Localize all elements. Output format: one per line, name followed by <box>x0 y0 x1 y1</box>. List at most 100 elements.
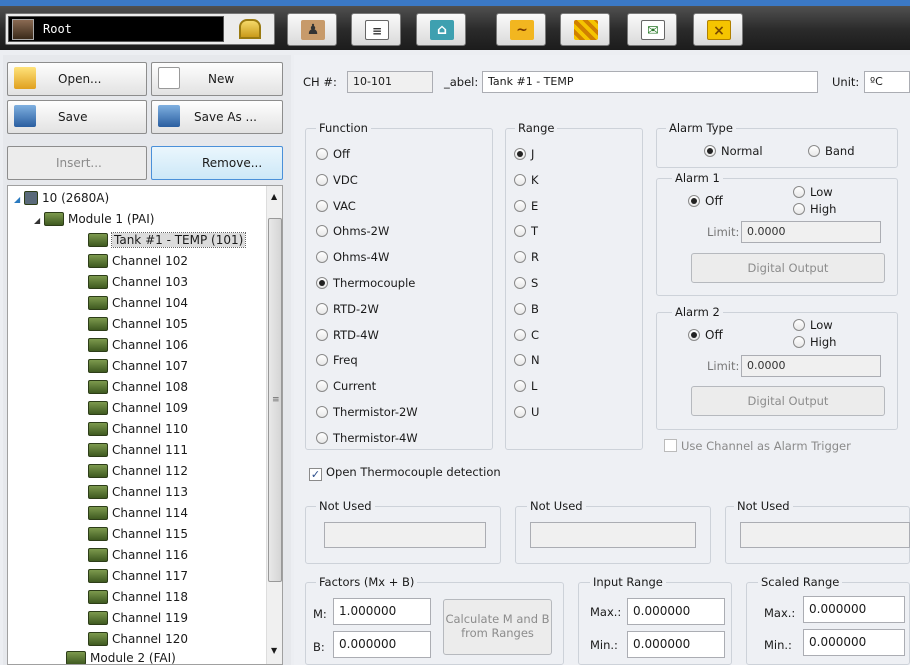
channel-label: Channel 115 <box>112 527 188 541</box>
tree-item-selected[interactable]: Tank #1 - TEMP (101) <box>88 230 247 251</box>
alarm-2-digital-output-button[interactable]: Digital Output <box>691 386 885 416</box>
tree-channel-item[interactable]: Channel 116 <box>88 545 188 566</box>
channel-label: Channel 107 <box>112 359 188 373</box>
scroll-thumb[interactable]: ≡ <box>268 218 282 582</box>
function-option-ohms-4w[interactable]: Ohms-4W <box>316 250 389 264</box>
tree-channel-item[interactable]: Channel 104 <box>88 293 188 314</box>
mail-button[interactable]: ✉ <box>627 13 677 46</box>
range-option-r[interactable]: R <box>514 250 539 264</box>
b-field[interactable]: 0.000000 <box>333 631 431 658</box>
save-as-label: Save As ... <box>194 110 257 124</box>
tree-channel-item[interactable]: Channel 117 <box>88 566 188 587</box>
tree-channel-item[interactable]: Channel 105 <box>88 314 188 335</box>
tree-channel-item[interactable]: Channel 115 <box>88 524 188 545</box>
input-max-field[interactable]: 0.000000 <box>627 598 725 625</box>
scaled-min-field[interactable]: 0.000000 <box>803 629 905 656</box>
lock-icon[interactable] <box>239 19 261 39</box>
unit-field[interactable]: ºC <box>864 71 910 93</box>
range-option-l[interactable]: L <box>514 379 537 393</box>
function-option-thermistor-4w[interactable]: Thermistor-4W <box>316 431 418 445</box>
range-option-n[interactable]: N <box>514 353 540 367</box>
new-button[interactable]: New <box>151 62 283 96</box>
range-option-e[interactable]: E <box>514 199 538 213</box>
tree-channel-item[interactable]: Channel 114 <box>88 503 188 524</box>
open-button[interactable]: Open... <box>7 62 147 96</box>
alarm-2-limit-label: Limit: <box>707 359 740 373</box>
remove-button[interactable]: Remove... <box>151 146 283 180</box>
function-option-ohms-2w[interactable]: Ohms-2W <box>316 224 389 238</box>
function-option-vac[interactable]: VAC <box>316 199 356 213</box>
channel-icon <box>88 569 108 583</box>
tree-root[interactable]: ◢ 10 (2680A) <box>14 188 109 209</box>
user-box: Root <box>5 13 275 45</box>
alarm-type-normal[interactable]: Normal <box>704 144 763 158</box>
chart-button[interactable]: ~ <box>496 13 546 46</box>
tree-module-2[interactable]: Module 2 (FAI) <box>66 648 176 664</box>
alarm-2-high[interactable]: High <box>793 335 836 349</box>
channel-tree[interactable]: ◢ 10 (2680A) ◢ Module 1 (PAI) Tank #1 - … <box>7 185 283 665</box>
calculate-m-b-button[interactable]: Calculate M and B from Ranges <box>443 599 552 655</box>
tree-channel-item[interactable]: Channel 113 <box>88 482 188 503</box>
channel-label: Channel 104 <box>112 296 188 310</box>
tree-channel-item[interactable]: Channel 119 <box>88 608 188 629</box>
function-option-rtd-4w[interactable]: RTD-4W <box>316 328 379 342</box>
range-option-b[interactable]: B <box>514 302 539 316</box>
tree-channel-item[interactable]: Channel 102 <box>88 251 188 272</box>
tree-channel-item[interactable]: Channel 107 <box>88 356 188 377</box>
alarm-button[interactable] <box>560 13 610 46</box>
channel-label: Channel 116 <box>112 548 188 562</box>
alarm-2-low[interactable]: Low <box>793 318 833 332</box>
channel-icon <box>88 380 108 394</box>
function-option-freq[interactable]: Freq <box>316 353 358 367</box>
alarm-type-band[interactable]: Band <box>808 144 855 158</box>
tree-channel-item[interactable]: Channel 118 <box>88 587 188 608</box>
m-field[interactable]: 1.000000 <box>333 598 431 625</box>
input-min-field[interactable]: 0.000000 <box>627 631 725 658</box>
function-option-thermistor-2w[interactable]: Thermistor-2W <box>316 405 418 419</box>
function-option-rtd-2w[interactable]: RTD-2W <box>316 302 379 316</box>
channel-icon <box>88 527 108 541</box>
scaled-max-field[interactable]: 0.000000 <box>803 596 905 623</box>
tree-module-1[interactable]: ◢ Module 1 (PAI) <box>34 209 154 230</box>
user-field: Root <box>8 16 224 42</box>
tree-channel-item[interactable]: Channel 108 <box>88 377 188 398</box>
users-button[interactable]: ♟ <box>287 13 337 46</box>
tree-channel-item[interactable]: Channel 106 <box>88 335 188 356</box>
range-option-s[interactable]: S <box>514 276 538 290</box>
range-option-k[interactable]: K <box>514 173 539 187</box>
save-as-icon <box>158 105 180 127</box>
range-option-t[interactable]: T <box>514 224 538 238</box>
alarm-1-low[interactable]: Low <box>793 185 833 199</box>
alarm-2-off[interactable]: Off <box>688 328 723 342</box>
range-option-j[interactable]: J <box>514 147 534 161</box>
tree-channel-item[interactable]: Channel 111 <box>88 440 188 461</box>
tree-scrollbar[interactable]: ▲ ≡ ▼ <box>266 186 282 664</box>
use-alarm-trigger-checkbox[interactable]: Use Channel as Alarm Trigger <box>664 439 851 453</box>
tree-channel-item[interactable]: Channel 103 <box>88 272 188 293</box>
alarm-1-digital-output-button[interactable]: Digital Output <box>691 253 885 283</box>
insert-button[interactable]: Insert... <box>7 146 147 180</box>
selected-channel-label: Tank #1 - TEMP (101) <box>110 232 247 248</box>
alarm-1-off[interactable]: Off <box>688 194 723 208</box>
tree-channel-item[interactable]: Channel 110 <box>88 419 188 440</box>
function-option-off[interactable]: Off <box>316 147 350 161</box>
tree-channel-item[interactable]: Channel 112 <box>88 461 188 482</box>
save-as-button[interactable]: Save As ... <box>151 100 283 134</box>
scroll-up-icon[interactable]: ▲ <box>271 192 277 201</box>
function-option-vdc[interactable]: VDC <box>316 173 358 187</box>
tree-channel-item[interactable]: Channel 109 <box>88 398 188 419</box>
function-option-current[interactable]: Current <box>316 379 376 393</box>
close-button[interactable]: × <box>693 13 743 46</box>
function-option-thermocouple[interactable]: Thermocouple <box>316 276 415 290</box>
open-tc-checkbox[interactable]: ✓ Open Thermocouple detection <box>309 465 501 481</box>
tree-channel-item[interactable]: Channel 120 <box>88 629 188 650</box>
scroll-down-icon[interactable]: ▼ <box>271 646 277 655</box>
list-button[interactable]: ≡ <box>351 13 401 46</box>
label-field[interactable]: Tank #1 - TEMP <box>482 71 818 93</box>
range-option-c[interactable]: C <box>514 328 539 342</box>
range-option-u[interactable]: U <box>514 405 539 419</box>
network-button[interactable]: ⌂ <box>416 13 466 46</box>
save-button[interactable]: Save <box>7 100 147 134</box>
alarm-1-high[interactable]: High <box>793 202 836 216</box>
channel-label: Channel 118 <box>112 590 188 604</box>
